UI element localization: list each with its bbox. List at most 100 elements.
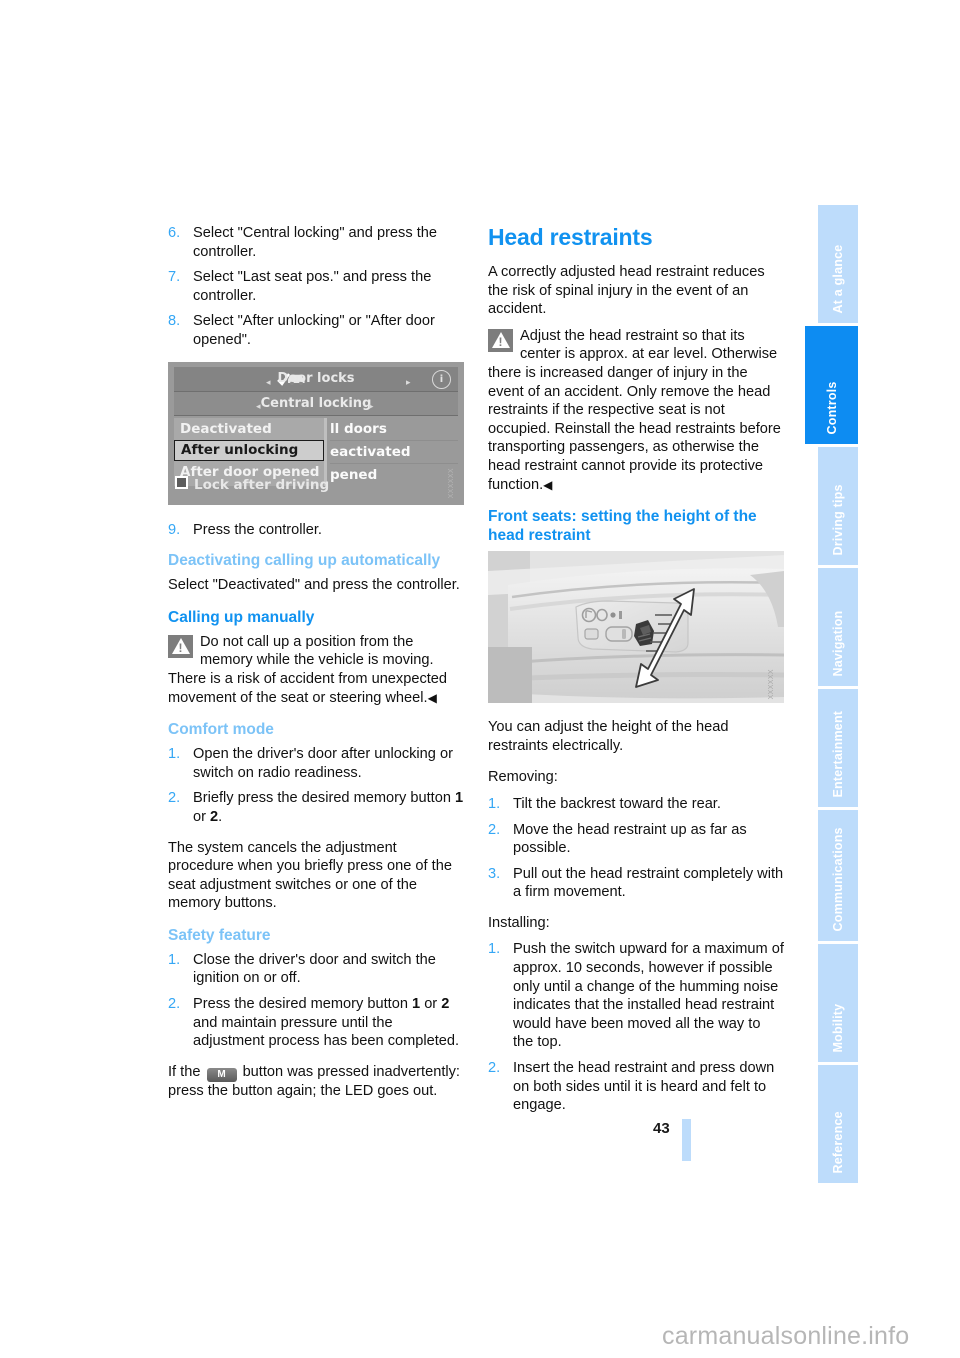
list-item-text: Close the driver's door and switch the i… xyxy=(193,951,436,987)
list-item: 1. Push the switch upward for a maximum … xyxy=(488,940,784,1052)
list-item-number: 1. xyxy=(488,941,501,958)
list-item-number: 8. xyxy=(168,313,181,330)
sidebar-tab-reference[interactable]: Reference xyxy=(818,1065,858,1183)
sidebar-tab-entertainment[interactable]: Entertainment xyxy=(818,689,858,807)
warning-block-head-restraints: ! Adjust the head restraint so that its … xyxy=(488,327,784,494)
steps-comfort-mode: 1. Open the driver's door after unlockin… xyxy=(168,745,464,826)
warning-text: Adjust the head restraint so that its ce… xyxy=(488,328,781,493)
list-item-text: Push the switch upward for a maximum of … xyxy=(513,941,784,1051)
section-tabs-sidebar: At a glance Controls Driving tips Naviga… xyxy=(805,205,858,1183)
sidebar-tab-label: Controls xyxy=(824,381,839,434)
steps-central-locking: 6. Select "Central locking" and press th… xyxy=(168,224,464,350)
idrive-option-after-unlocking[interactable]: After unlocking xyxy=(174,439,324,461)
sidebar-tab-mobility[interactable]: Mobility xyxy=(818,944,858,1062)
memory-button-1: 1 xyxy=(412,996,421,1013)
list-item-number: 2. xyxy=(488,1060,501,1077)
list-item: 7. Select "Last seat pos." and press the… xyxy=(168,268,464,305)
idrive-lock-after-driving-checkbox[interactable]: Lock after driving xyxy=(175,475,330,495)
closing-text-pre: If the xyxy=(168,1063,205,1080)
page-number: 43 xyxy=(653,1120,670,1137)
sidebar-tab-navigation[interactable]: Navigation xyxy=(818,568,858,686)
list-item: 3. Pull out the head restraint completel… xyxy=(488,865,784,902)
heading-front-seats-height: Front seats: setting the height of the h… xyxy=(488,508,757,545)
list-item-text: Pull out the head restraint completely w… xyxy=(513,865,784,901)
list-item: pened xyxy=(330,466,378,483)
warning-body: Do not call up a position from the memor… xyxy=(168,633,448,706)
sidebar-tab-at-a-glance[interactable]: At a glance xyxy=(818,205,858,323)
sidebar-tab-controls[interactable]: Controls xyxy=(805,326,858,444)
sidebar-tab-label: Driving tips xyxy=(830,483,845,555)
list-item-number: 1. xyxy=(168,746,181,763)
steps-safety-feature: 1. Close the driver's door and switch th… xyxy=(168,951,464,1051)
list-item-number: 9. xyxy=(168,521,181,538)
step-text-pre: Press the desired memory button xyxy=(193,996,413,1013)
paragraph-adjust-electrically: You can adjust the height of the head re… xyxy=(488,719,729,754)
label-removing: Removing: xyxy=(488,769,558,786)
sidebar-tab-communications[interactable]: Communications xyxy=(818,810,858,941)
list-item: 1. Open the driver's door after unlockin… xyxy=(168,745,464,782)
list-item: 2. Insert the head restraint and press d… xyxy=(488,1059,784,1115)
step-text-post: and maintain pressure until the adjustme… xyxy=(193,1014,460,1050)
heading-comfort-mode: Comfort mode xyxy=(168,721,274,739)
step-text-mid: or xyxy=(420,996,442,1013)
list-item: 2. Press the desired memory button 1 or … xyxy=(168,995,464,1051)
heading-safety-feature: Safety feature xyxy=(168,926,271,944)
list-item: 1. Close the driver's door and switch th… xyxy=(168,951,464,988)
end-marker-icon: ◀ xyxy=(543,477,553,492)
idrive-secondary-list: ll doors eactivated pened xyxy=(330,418,458,488)
idrive-subtitle: Central locking xyxy=(260,395,372,411)
list-item: 9. Press the controller. xyxy=(168,521,464,540)
list-item-text: Press the controller. xyxy=(193,521,322,538)
seat-switch-illustration xyxy=(488,551,784,704)
list-item-number: 2. xyxy=(488,821,501,838)
warning-block-calling-manually: ! Do not call up a position from the mem… xyxy=(168,633,464,707)
idrive-title-bar: ◂ Door locks ▸ i xyxy=(174,366,458,392)
info-icon[interactable]: i xyxy=(432,369,451,389)
list-item-number: 7. xyxy=(168,269,181,286)
warning-triangle-icon: ! xyxy=(488,328,513,352)
list-item: eactivated xyxy=(330,441,458,464)
steps-removing: 1. Tilt the backrest toward the rear. 2.… xyxy=(488,795,784,902)
sidebar-tab-label: At a glance xyxy=(830,244,845,313)
checkbox-icon xyxy=(175,475,188,489)
chevron-right-icon: ▸ xyxy=(369,401,374,412)
list-item-number: 2. xyxy=(168,996,181,1013)
list-item: 2. Move the head restraint up as far as … xyxy=(488,821,784,858)
list-item-text: Open the driver's door after unlocking o… xyxy=(193,746,453,781)
figure-watermark: XXXXXX xyxy=(448,468,456,499)
sidebar-tab-label: Mobility xyxy=(830,1003,845,1052)
memory-button-2: 2 xyxy=(441,996,450,1013)
sidebar-tab-label: Navigation xyxy=(830,610,845,676)
list-item-text: Select "Last seat pos." and press the co… xyxy=(193,269,432,304)
list-item-text: Select "Central locking" and press the c… xyxy=(193,225,437,260)
end-marker-icon: ◀ xyxy=(427,690,437,705)
warning-text: Do not call up a position from the memor… xyxy=(168,634,447,706)
sidebar-tab-label: Entertainment xyxy=(830,710,845,797)
sidebar-tab-label: Communications xyxy=(830,826,845,931)
list-item-text: Press the desired memory button 1 or 2 a… xyxy=(193,995,464,1051)
steps-installing: 1. Push the switch upward for a maximum … xyxy=(488,940,784,1114)
step-text-post: . xyxy=(218,808,223,825)
warning-body: Adjust the head restraint so that its ce… xyxy=(488,327,781,493)
sidebar-tab-driving-tips[interactable]: Driving tips xyxy=(818,447,858,565)
step-text-mid: or xyxy=(193,808,211,825)
memory-button-1: 1 xyxy=(455,790,464,807)
right-text-column: Head restraints A correctly adjusted hea… xyxy=(488,224,784,1127)
heading-deactivating-calling-up: Deactivating calling up automatically xyxy=(168,552,441,570)
idrive-title: Door locks xyxy=(277,370,355,386)
chevron-right-icon: ▸ xyxy=(406,377,411,388)
step-text-pre: Briefly press the desired memory button xyxy=(193,790,455,807)
sidebar-tab-label: Reference xyxy=(830,1110,845,1173)
step-9-group: 9. Press the controller. xyxy=(168,521,464,540)
seat-switch-photo-figure: XXXXXX xyxy=(488,551,784,704)
idrive-option-deactivated[interactable]: Deactivated xyxy=(174,418,324,440)
paragraph-comfort-mode-body: The system cancels the adjustment proced… xyxy=(168,839,452,912)
list-item-number: 1. xyxy=(168,951,181,968)
heading-calling-up-manually: Calling up manually xyxy=(168,608,315,626)
left-text-column: 6. Select "Central locking" and press th… xyxy=(168,224,464,1113)
paragraph-deactivating-body: Select "Deactivated" and press the contr… xyxy=(168,577,460,594)
checkbox-label: Lock after driving xyxy=(194,476,330,493)
manual-page: At a glance Controls Driving tips Naviga… xyxy=(0,0,960,1358)
list-item: 1. Tilt the backrest toward the rear. xyxy=(488,795,784,814)
warning-triangle-icon: ! xyxy=(168,634,193,658)
